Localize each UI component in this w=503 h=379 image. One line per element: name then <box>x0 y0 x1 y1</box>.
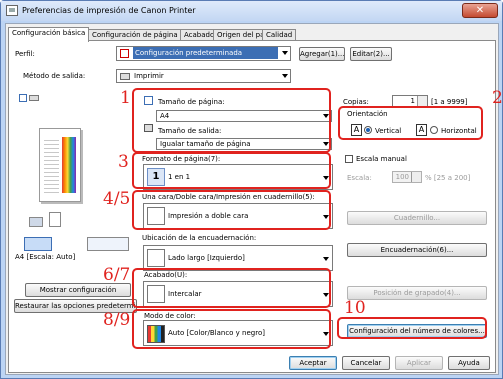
callout-box-3 <box>132 152 331 189</box>
preview-printer-icon[interactable] <box>29 95 39 101</box>
preview-caption: A4 [Escala: Auto] <box>15 253 76 261</box>
binding-value: Lado largo [Izquierdo] <box>168 254 245 262</box>
callout-number-8-9: 8/9 <box>103 310 131 330</box>
print-preferences-window: Preferencias de impresión de Canon Print… <box>0 0 503 379</box>
output-method-value: Imprimir <box>134 72 164 80</box>
layout-preview-icon[interactable] <box>24 237 52 251</box>
title-bar[interactable]: Preferencias de impresión de Canon Print… <box>1 1 502 21</box>
help-button[interactable]: Ayuda <box>448 356 490 370</box>
profile-select[interactable]: Configuración predeterminada <box>116 46 291 61</box>
profile-icon <box>120 48 129 58</box>
chevron-down-icon <box>282 74 288 78</box>
window-title: Preferencias de impresión de Canon Print… <box>22 6 196 15</box>
callout-box-4-5 <box>132 190 331 230</box>
callout-box-8-9 <box>132 309 331 349</box>
callout-box-10 <box>337 317 487 339</box>
output-method-label: Método de salida: <box>23 72 86 80</box>
callout-number-2: 2 <box>492 88 503 108</box>
staple-position-button[interactable]: Posición de grapado(4)... <box>347 286 487 300</box>
show-settings-button[interactable]: Mostrar configuración <box>25 283 131 297</box>
callout-box-6-7 <box>132 268 331 308</box>
binding-button[interactable]: Encuadernación(6)... <box>347 243 487 257</box>
printer-icon <box>6 5 18 16</box>
callout-number-3: 3 <box>118 152 129 172</box>
scale-input[interactable]: 100 <box>392 171 422 183</box>
printer-small-icon <box>120 72 130 80</box>
preview-text-lines <box>44 137 59 193</box>
manual-scale-label: Escala manual <box>356 155 407 163</box>
callout-number-1: 1 <box>120 88 131 108</box>
profile-label: Perfil: <box>15 50 35 58</box>
preview-color-image <box>62 137 76 193</box>
scale-value: 100 <box>395 173 409 181</box>
callout-box-1 <box>132 88 331 153</box>
paper-icon <box>49 212 61 227</box>
chevron-down-icon <box>282 51 288 55</box>
chevron-down-icon <box>323 257 329 261</box>
page-preview <box>39 128 81 202</box>
copies-range: [1 a 9999] <box>431 98 468 106</box>
preview-mode-icon[interactable] <box>19 94 27 102</box>
apply-button[interactable]: Aplicar <box>395 356 443 370</box>
edit-profile-button[interactable]: Editar(2)... <box>350 47 392 61</box>
booklet-button[interactable]: Cuadernillo... <box>347 211 487 225</box>
binding-label: Ubicación de la encuadernación: <box>142 234 257 242</box>
scale-label: Escala: <box>347 174 372 182</box>
copies-label: Copias: <box>343 98 369 106</box>
profile-value: Configuración predeterminada <box>133 47 278 59</box>
callout-number-10: 10 <box>344 298 366 318</box>
output-method-select[interactable]: Imprimir <box>116 69 291 83</box>
binding-icon <box>147 249 165 267</box>
callout-number-4-5: 4/5 <box>103 189 131 209</box>
scale-range: % [25 a 200] <box>425 174 471 182</box>
tab-basic-settings[interactable]: Configuración básica <box>8 27 90 42</box>
printer-device-icon <box>29 217 43 227</box>
close-button[interactable]: ✕ <box>462 3 498 18</box>
add-profile-button[interactable]: Agregar(1)... <box>299 47 345 61</box>
callout-box-2 <box>338 106 483 140</box>
copies-spin-buttons[interactable] <box>417 96 427 106</box>
callout-number-6-7: 6/7 <box>103 265 131 285</box>
scale-spin-buttons[interactable] <box>411 172 421 182</box>
copies-value: 1 <box>410 97 415 105</box>
cancel-button[interactable]: Cancelar <box>342 356 390 370</box>
manual-scale-checkbox[interactable] <box>345 155 353 163</box>
duplex-preview-icon[interactable] <box>87 237 129 251</box>
ok-button[interactable]: Aceptar <box>289 356 337 370</box>
